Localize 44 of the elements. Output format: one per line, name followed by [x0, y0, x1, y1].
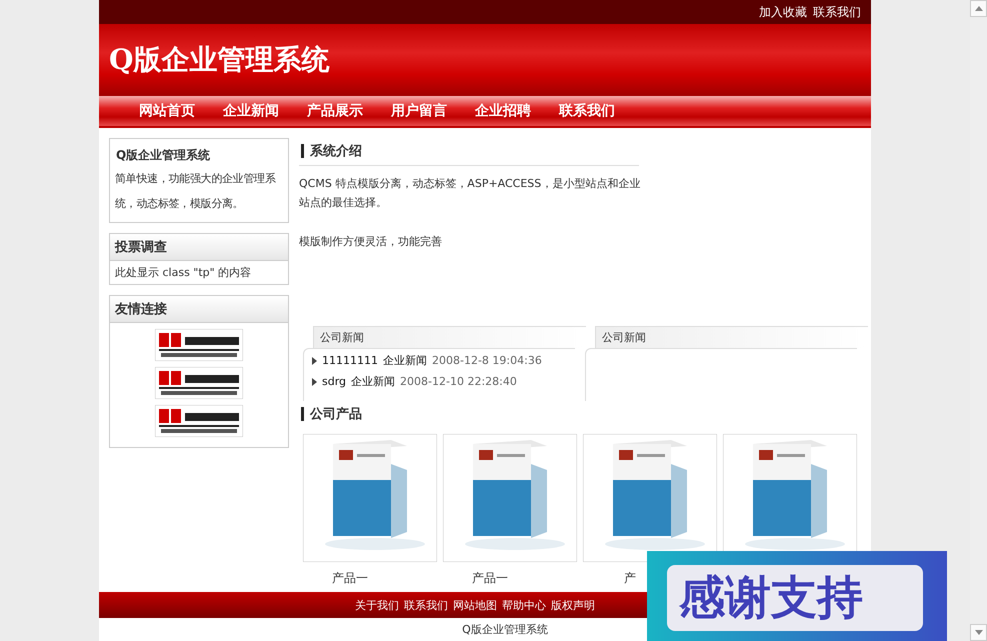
news-date: 2008-12-10 22:28:40 — [400, 375, 517, 388]
nav-link[interactable]: 企业新闻 — [223, 102, 279, 120]
section-title: 公司产品 — [299, 401, 639, 428]
card-text: 此处显示 class "tp" 的内容 — [114, 265, 252, 281]
intro-paragraph: 模版制作方便灵活，功能完善 — [299, 234, 443, 250]
ad-text: 感谢支持 — [667, 565, 923, 631]
news-link[interactable]: 11111111 — [322, 354, 378, 367]
footer-link[interactable]: 版权声明 — [551, 598, 595, 612]
nav-link[interactable]: 企业招聘 — [475, 102, 531, 120]
card-title: 友情连接 — [110, 296, 288, 323]
up-arrow-icon — [974, 6, 982, 11]
section-title: 系统介绍 — [299, 138, 639, 166]
product-name[interactable]: 产品一 — [472, 562, 508, 587]
down-arrow-icon — [974, 630, 982, 635]
footer-link[interactable]: 网站地图 — [453, 598, 497, 612]
product-name[interactable]: 产 — [624, 562, 636, 587]
intro-paragraph: QCMS 特点模版分离，动态标签，ASP+ACCESS，是小型站点和企业站点的最佳选择。 — [299, 176, 642, 211]
footer-link[interactable]: 联系我们 — [404, 598, 448, 612]
top-link[interactable]: 加入收藏 — [759, 4, 807, 20]
nav-link[interactable]: 网站首页 — [139, 102, 195, 120]
scrollbar[interactable] — [970, 0, 987, 641]
bullet-icon — [312, 378, 317, 386]
nav-link[interactable]: 产品展示 — [307, 102, 363, 120]
news-tab[interactable]: 公司新闻 — [313, 326, 586, 348]
footer-link[interactable]: 帮助中心 — [502, 598, 546, 612]
nav-link[interactable]: 用户留言 — [391, 102, 447, 120]
card-title: Q版企业管理系统 — [115, 147, 212, 164]
news-category: 企业新闻 — [351, 374, 396, 389]
news-link[interactable]: sdrg — [322, 375, 346, 388]
footer-text: Q版企业管理系统 — [461, 622, 549, 638]
news-category: 企业新闻 — [383, 353, 427, 368]
scroll-down-button[interactable] — [970, 624, 987, 641]
top-link[interactable]: 联系我们 — [813, 4, 861, 20]
news-tab[interactable]: 公司新闻 — [595, 326, 868, 348]
nav-link[interactable]: 联系我们 — [559, 102, 615, 120]
card-text: 简单快速，功能强大的企业管理系统，动态标签，模版分离。 — [114, 171, 277, 212]
site-title: Q版企业管理系统 — [109, 42, 330, 78]
floating-ad-dialog[interactable]: 感谢支持 — [647, 551, 947, 641]
product-name[interactable]: 产品一 — [332, 562, 368, 587]
footer-link[interactable]: 关于我们 — [355, 598, 399, 612]
news-date: 2008-12-8 19:04:36 — [432, 354, 542, 367]
card-title: 投票调查 — [110, 234, 288, 261]
scroll-up-button[interactable] — [970, 0, 987, 17]
bullet-icon — [312, 356, 317, 364]
